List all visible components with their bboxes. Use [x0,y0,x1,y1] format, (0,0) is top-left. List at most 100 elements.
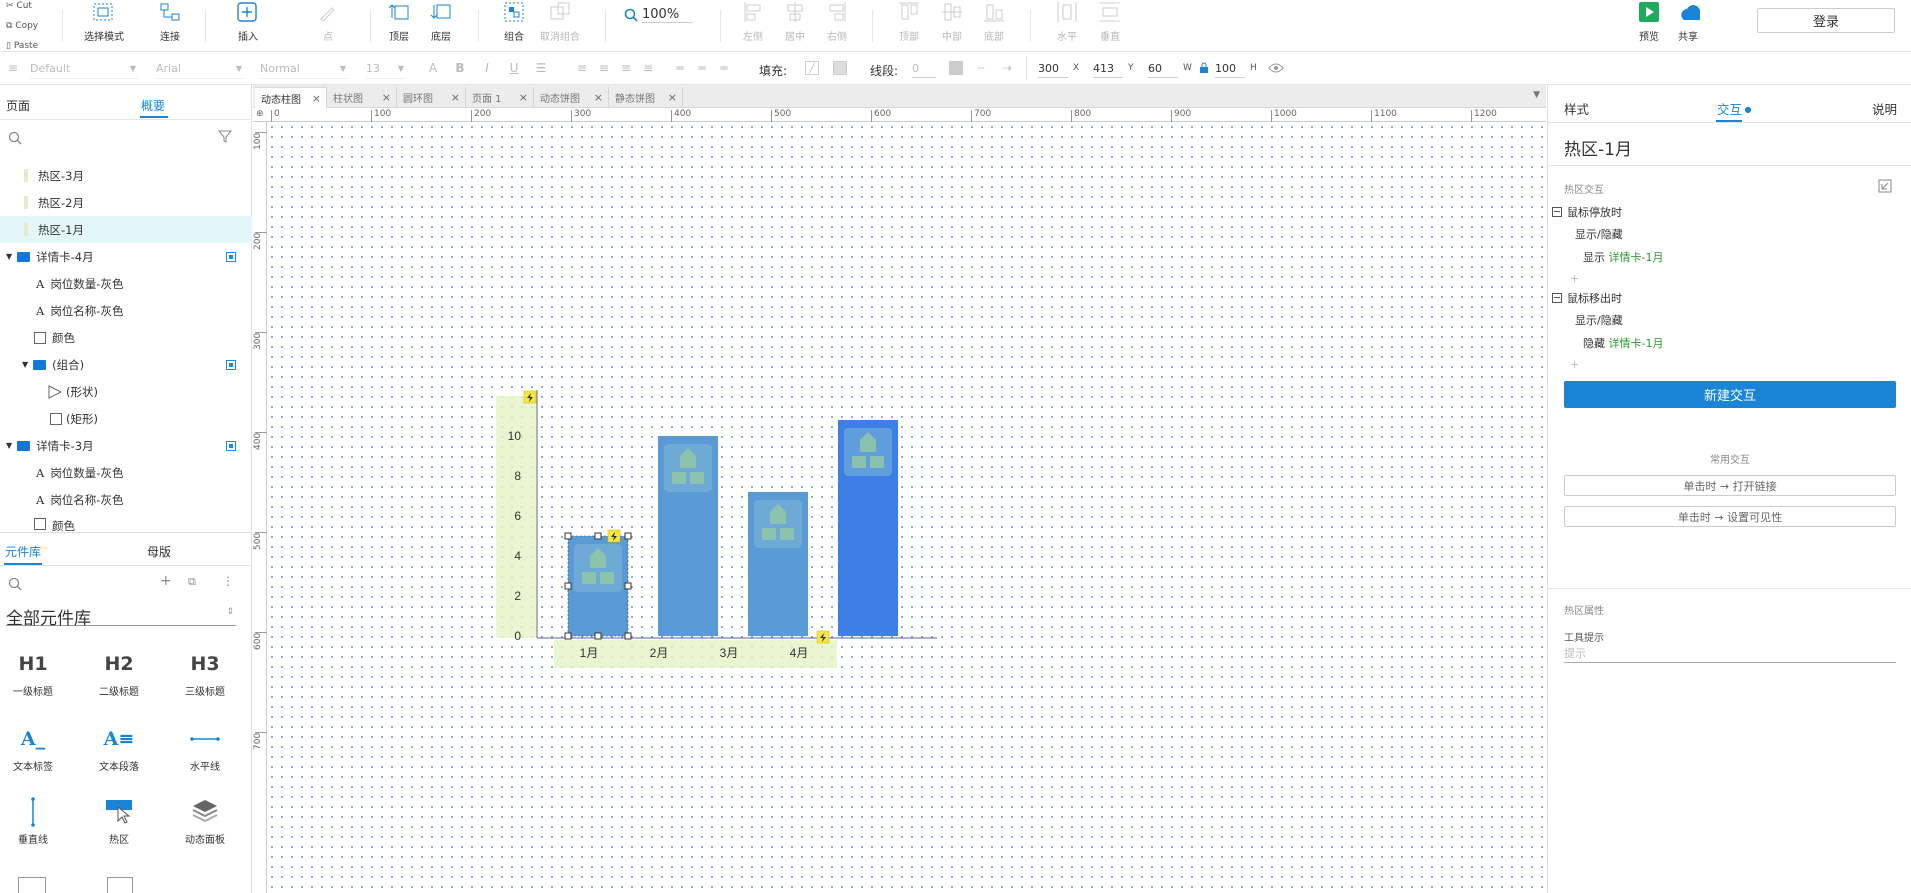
add-library-icon[interactable]: + [160,573,172,589]
bold-icon[interactable]: B [453,61,467,75]
tab-doc-bar[interactable]: 柱状图 × [327,87,397,108]
tab-doc-dynamic-bar[interactable]: 动态柱图 × [255,87,327,108]
add-action-icon[interactable]: + [1570,272,1579,285]
lib-heading2[interactable]: H2 二级标题 [79,645,159,698]
outline-item-count-gray-2[interactable]: A 岗位数量-灰色 [0,459,252,486]
group-button[interactable]: 组合 [502,0,526,52]
align-text-right-icon[interactable]: ≡ [619,61,633,75]
share-button[interactable]: 共享 [1676,0,1700,52]
align-top-button[interactable]: 顶部 [897,0,921,52]
top-layer-button[interactable]: 顶层 [387,0,411,52]
lib-horizontal-line[interactable]: 水平线 [165,720,245,773]
outline-item-hotzone-feb[interactable]: 热区-2月 [0,189,252,216]
underline-icon[interactable]: U [507,61,521,75]
tab-style[interactable]: 样式 [1564,99,1589,118]
tab-doc-dynamic-pie[interactable]: 动态饼图 × [534,87,609,108]
line-style-icon[interactable]: ┄ [974,61,988,75]
tab-outline[interactable]: 概要 [141,97,165,114]
expand-arrow-icon[interactable]: ▼ [6,441,12,450]
valign-bottom-icon[interactable]: ═ [717,61,731,75]
collapse-icon[interactable] [1552,207,1562,217]
line-width-input[interactable]: 0 [912,60,936,78]
expand-panel-icon[interactable] [1878,179,1892,196]
outline-item-shape[interactable]: (形状) [0,378,252,405]
outline-item-color[interactable]: 颜色 [0,324,252,351]
w-input[interactable]: 60 [1148,60,1178,78]
justify-icon[interactable]: ≡ [641,61,655,75]
tab-notes[interactable]: 说明 [1872,99,1897,118]
resize-handle[interactable] [564,582,572,590]
panel-state-icon[interactable] [226,251,236,262]
event-mouse-enter[interactable]: 鼠标停放时 [1552,204,1622,220]
distribute-vertical-button[interactable]: 垂直 [1098,0,1122,52]
tab-doc-page1[interactable]: 页面 1 × [466,87,534,108]
library-copy-icon[interactable]: ⧉ [188,575,196,589]
close-icon[interactable]: × [451,91,460,104]
outline-item-name-gray-2[interactable]: A 岗位名称-灰色 [0,486,252,513]
select-mode-button[interactable]: 选择模式 [84,0,124,52]
align-right-button[interactable]: 右侧 [825,0,849,52]
panel-state-icon[interactable] [226,440,236,451]
valign-middle-icon[interactable]: ═ [695,61,709,75]
widget-name[interactable]: 热区-1月 [1564,135,1632,160]
insert-button[interactable]: 插入 [236,0,260,52]
fill-image-icon[interactable] [833,61,847,75]
close-icon[interactable]: × [312,92,321,105]
outline-item-rect[interactable]: (矩形) [0,405,252,432]
line-color-icon[interactable] [949,61,963,75]
tabs-dropdown-icon[interactable]: ▼ [1533,90,1540,100]
action-show-hide-2[interactable]: 显示/隐藏 [1575,312,1623,328]
resize-handle[interactable] [624,582,632,590]
bottom-layer-button[interactable]: 底层 [429,0,453,52]
click-set-visibility-button[interactable]: 单击时 → 设置可见性 [1564,506,1896,527]
resize-handle[interactable] [564,632,572,640]
italic-icon[interactable]: I [480,61,494,75]
weight-select[interactable]: Normal ▼ [260,59,348,79]
fill-color-icon[interactable]: ╱ [805,61,819,75]
close-icon[interactable]: × [382,91,391,104]
visibility-eye-icon[interactable] [1268,62,1284,77]
close-icon[interactable]: × [594,91,603,104]
lib-text-label[interactable]: A_ 文本标签 [0,720,73,773]
tab-doc-static-pie[interactable]: 静态饼图 × [609,87,683,108]
click-open-link-button[interactable]: 单击时 → 打开链接 [1564,475,1896,496]
distribute-horizontal-button[interactable]: 水平 [1055,0,1079,52]
zoom-select[interactable]: 100% [624,7,694,23]
point-button[interactable]: 点 [316,0,340,52]
align-middle-button[interactable]: 中部 [940,0,964,52]
align-bottom-button[interactable]: 底部 [982,0,1006,52]
preview-button[interactable]: 预览 [1637,0,1661,52]
connect-button[interactable]: 连接 [158,0,182,52]
resize-handle[interactable] [594,632,602,640]
action-detail-hide[interactable]: 隐藏 详情卡-1月 [1583,335,1663,351]
resize-handle[interactable] [594,532,602,540]
resize-handle[interactable] [564,532,572,540]
outline-item-group[interactable]: ▼ (组合) [0,351,252,378]
expand-arrow-icon[interactable]: ▼ [22,360,28,369]
resize-handle[interactable] [624,632,632,640]
lib-heading3[interactable]: H3 三级标题 [165,645,245,698]
outline-search-icon[interactable] [8,131,22,148]
lock-icon[interactable] [1199,62,1209,77]
collapse-icon[interactable] [1552,293,1562,303]
y-input[interactable]: 413 [1093,60,1123,78]
align-left-button[interactable]: 左侧 [741,0,765,52]
expand-arrow-icon[interactable]: ▼ [6,252,12,261]
action-detail-show[interactable]: 显示 详情卡-1月 [1583,249,1663,265]
copy-button[interactable]: ⧉ Copy [6,16,38,36]
tab-pages[interactable]: 页面 [6,97,30,114]
align-text-center-icon[interactable]: ≡ [597,61,611,75]
lib-heading1[interactable]: H1 一级标题 [0,645,73,698]
library-select[interactable]: 全部元件库 ⇕ [6,604,236,629]
outline-item-card-mar[interactable]: ▼ 详情卡-3月 [0,432,252,459]
outline-item-color-2[interactable]: 颜色 [0,513,252,532]
lib-text-paragraph[interactable]: A≡ 文本段落 [79,720,159,773]
style-select[interactable]: Default ▼ [30,59,138,79]
font-color-icon[interactable]: A [426,61,440,75]
outline-item-card-apr[interactable]: ▼ 详情卡-4月 [0,243,252,270]
design-canvas[interactable]: 0 2 4 6 8 10 1月 2月 3月 4月 [267,122,1546,893]
bullet-list-icon[interactable]: ☰ [534,61,548,75]
action-show-hide-1[interactable]: 显示/隐藏 [1575,226,1623,242]
close-icon[interactable]: × [668,91,677,104]
outline-item-hotzone-mar[interactable]: 热区-3月 [0,162,252,189]
